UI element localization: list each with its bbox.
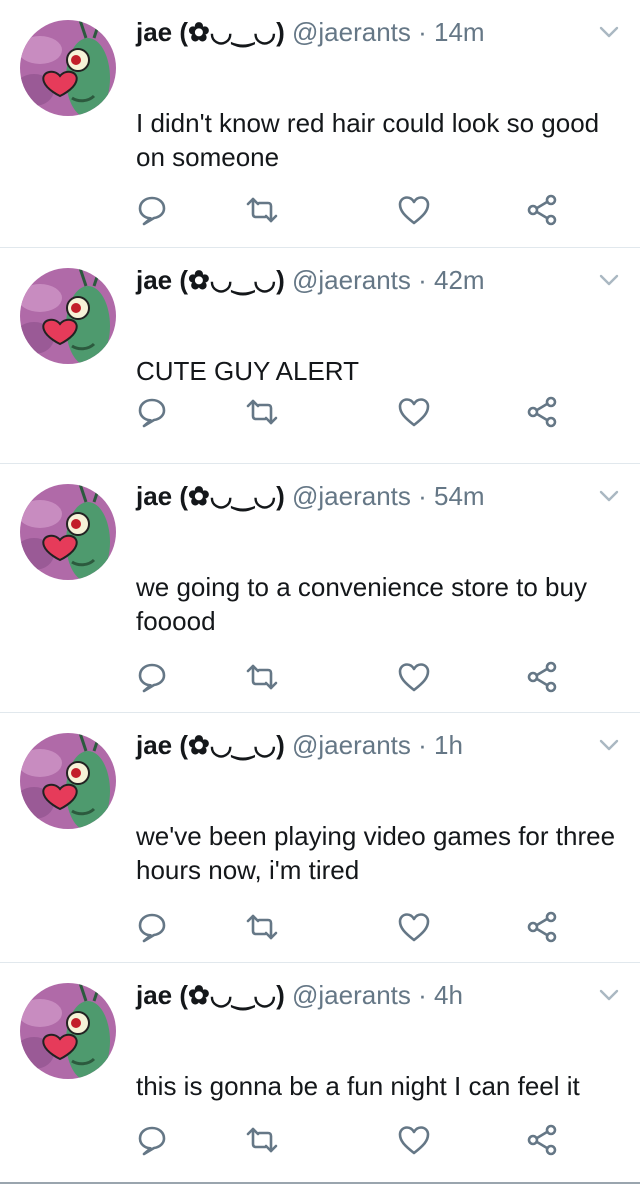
chevron-down-icon[interactable] (598, 737, 620, 753)
separator-dot: · (410, 730, 434, 760)
reply-icon[interactable] (134, 192, 170, 228)
chevron-down-icon[interactable] (598, 24, 620, 40)
tweet-text: I didn't know red hair could look so goo… (136, 108, 600, 172)
tweet[interactable]: jae (✿◡‿◡) @jaerants · 1h we've been pla… (0, 713, 640, 963)
tweet-header: jae (✿◡‿◡) @jaerants · 14m (136, 12, 485, 52)
tweet[interactable]: jae (✿◡‿◡) @jaerants · 14m I didn't know… (0, 0, 640, 248)
avatar[interactable] (20, 20, 116, 116)
reply-icon[interactable] (134, 1122, 170, 1158)
tweet[interactable]: jae (✿◡‿◡) @jaerants · 42m CUTE GUY ALER… (0, 248, 640, 464)
tweet-actions (0, 1122, 640, 1158)
timestamp[interactable]: 14m (434, 17, 485, 47)
tweet-actions (0, 192, 640, 228)
heart-icon[interactable] (396, 192, 432, 228)
handle[interactable]: @jaerants (292, 980, 411, 1010)
timestamp[interactable]: 1h (434, 730, 463, 760)
reply-icon[interactable] (134, 909, 170, 945)
retweet-icon[interactable] (244, 1122, 280, 1158)
handle[interactable]: @jaerants (292, 481, 411, 511)
tweet-actions (0, 909, 640, 945)
retweet-icon[interactable] (244, 394, 280, 430)
avatar[interactable] (20, 983, 116, 1079)
display-name[interactable]: jae (✿◡‿◡) (136, 17, 285, 47)
heart-icon[interactable] (396, 394, 432, 430)
tweet-header: jae (✿◡‿◡) @jaerants · 54m (136, 476, 485, 516)
tweet-actions (0, 659, 640, 695)
tweet[interactable]: jae (✿◡‿◡) @jaerants · 54m we going to a… (0, 464, 640, 713)
separator-dot: · (410, 481, 434, 511)
share-icon[interactable] (524, 1122, 560, 1158)
heart-icon[interactable] (396, 659, 432, 695)
display-name[interactable]: jae (✿◡‿◡) (136, 730, 285, 760)
tweet-text: CUTE GUY ALERT (136, 356, 359, 386)
share-icon[interactable] (524, 394, 560, 430)
reply-icon[interactable] (134, 659, 170, 695)
avatar[interactable] (20, 733, 116, 829)
tweet-text: we've been playing video games for three… (136, 821, 616, 885)
retweet-icon[interactable] (244, 909, 280, 945)
retweet-icon[interactable] (244, 192, 280, 228)
handle[interactable]: @jaerants (292, 265, 411, 295)
handle[interactable]: @jaerants (292, 730, 411, 760)
timestamp[interactable]: 4h (434, 980, 463, 1010)
share-icon[interactable] (524, 659, 560, 695)
separator-dot: · (410, 980, 434, 1010)
heart-icon[interactable] (396, 909, 432, 945)
share-icon[interactable] (524, 909, 560, 945)
handle[interactable]: @jaerants (292, 17, 411, 47)
chevron-down-icon[interactable] (598, 987, 620, 1003)
timeline: jae (✿◡‿◡) @jaerants · 14m I didn't know… (0, 0, 640, 1184)
tweet[interactable]: jae (✿◡‿◡) @jaerants · 4h this is gonna … (0, 963, 640, 1184)
timestamp[interactable]: 54m (434, 481, 485, 511)
avatar[interactable] (20, 484, 116, 580)
tweet-header: jae (✿◡‿◡) @jaerants · 1h (136, 725, 463, 765)
display-name[interactable]: jae (✿◡‿◡) (136, 265, 285, 295)
display-name[interactable]: jae (✿◡‿◡) (136, 481, 285, 511)
tweet-text: we going to a convenience store to buy f… (136, 572, 587, 636)
avatar[interactable] (20, 268, 116, 364)
tweet-header: jae (✿◡‿◡) @jaerants · 42m (136, 260, 485, 300)
display-name[interactable]: jae (✿◡‿◡) (136, 980, 285, 1010)
heart-icon[interactable] (396, 1122, 432, 1158)
chevron-down-icon[interactable] (598, 488, 620, 504)
chevron-down-icon[interactable] (598, 272, 620, 288)
separator-dot: · (410, 17, 434, 47)
separator-dot: · (410, 265, 434, 295)
retweet-icon[interactable] (244, 659, 280, 695)
share-icon[interactable] (524, 192, 560, 228)
reply-icon[interactable] (134, 394, 170, 430)
timestamp[interactable]: 42m (434, 265, 485, 295)
tweet-text: this is gonna be a fun night I can feel … (136, 1071, 580, 1101)
tweet-header: jae (✿◡‿◡) @jaerants · 4h (136, 975, 463, 1015)
tweet-actions (0, 394, 640, 430)
